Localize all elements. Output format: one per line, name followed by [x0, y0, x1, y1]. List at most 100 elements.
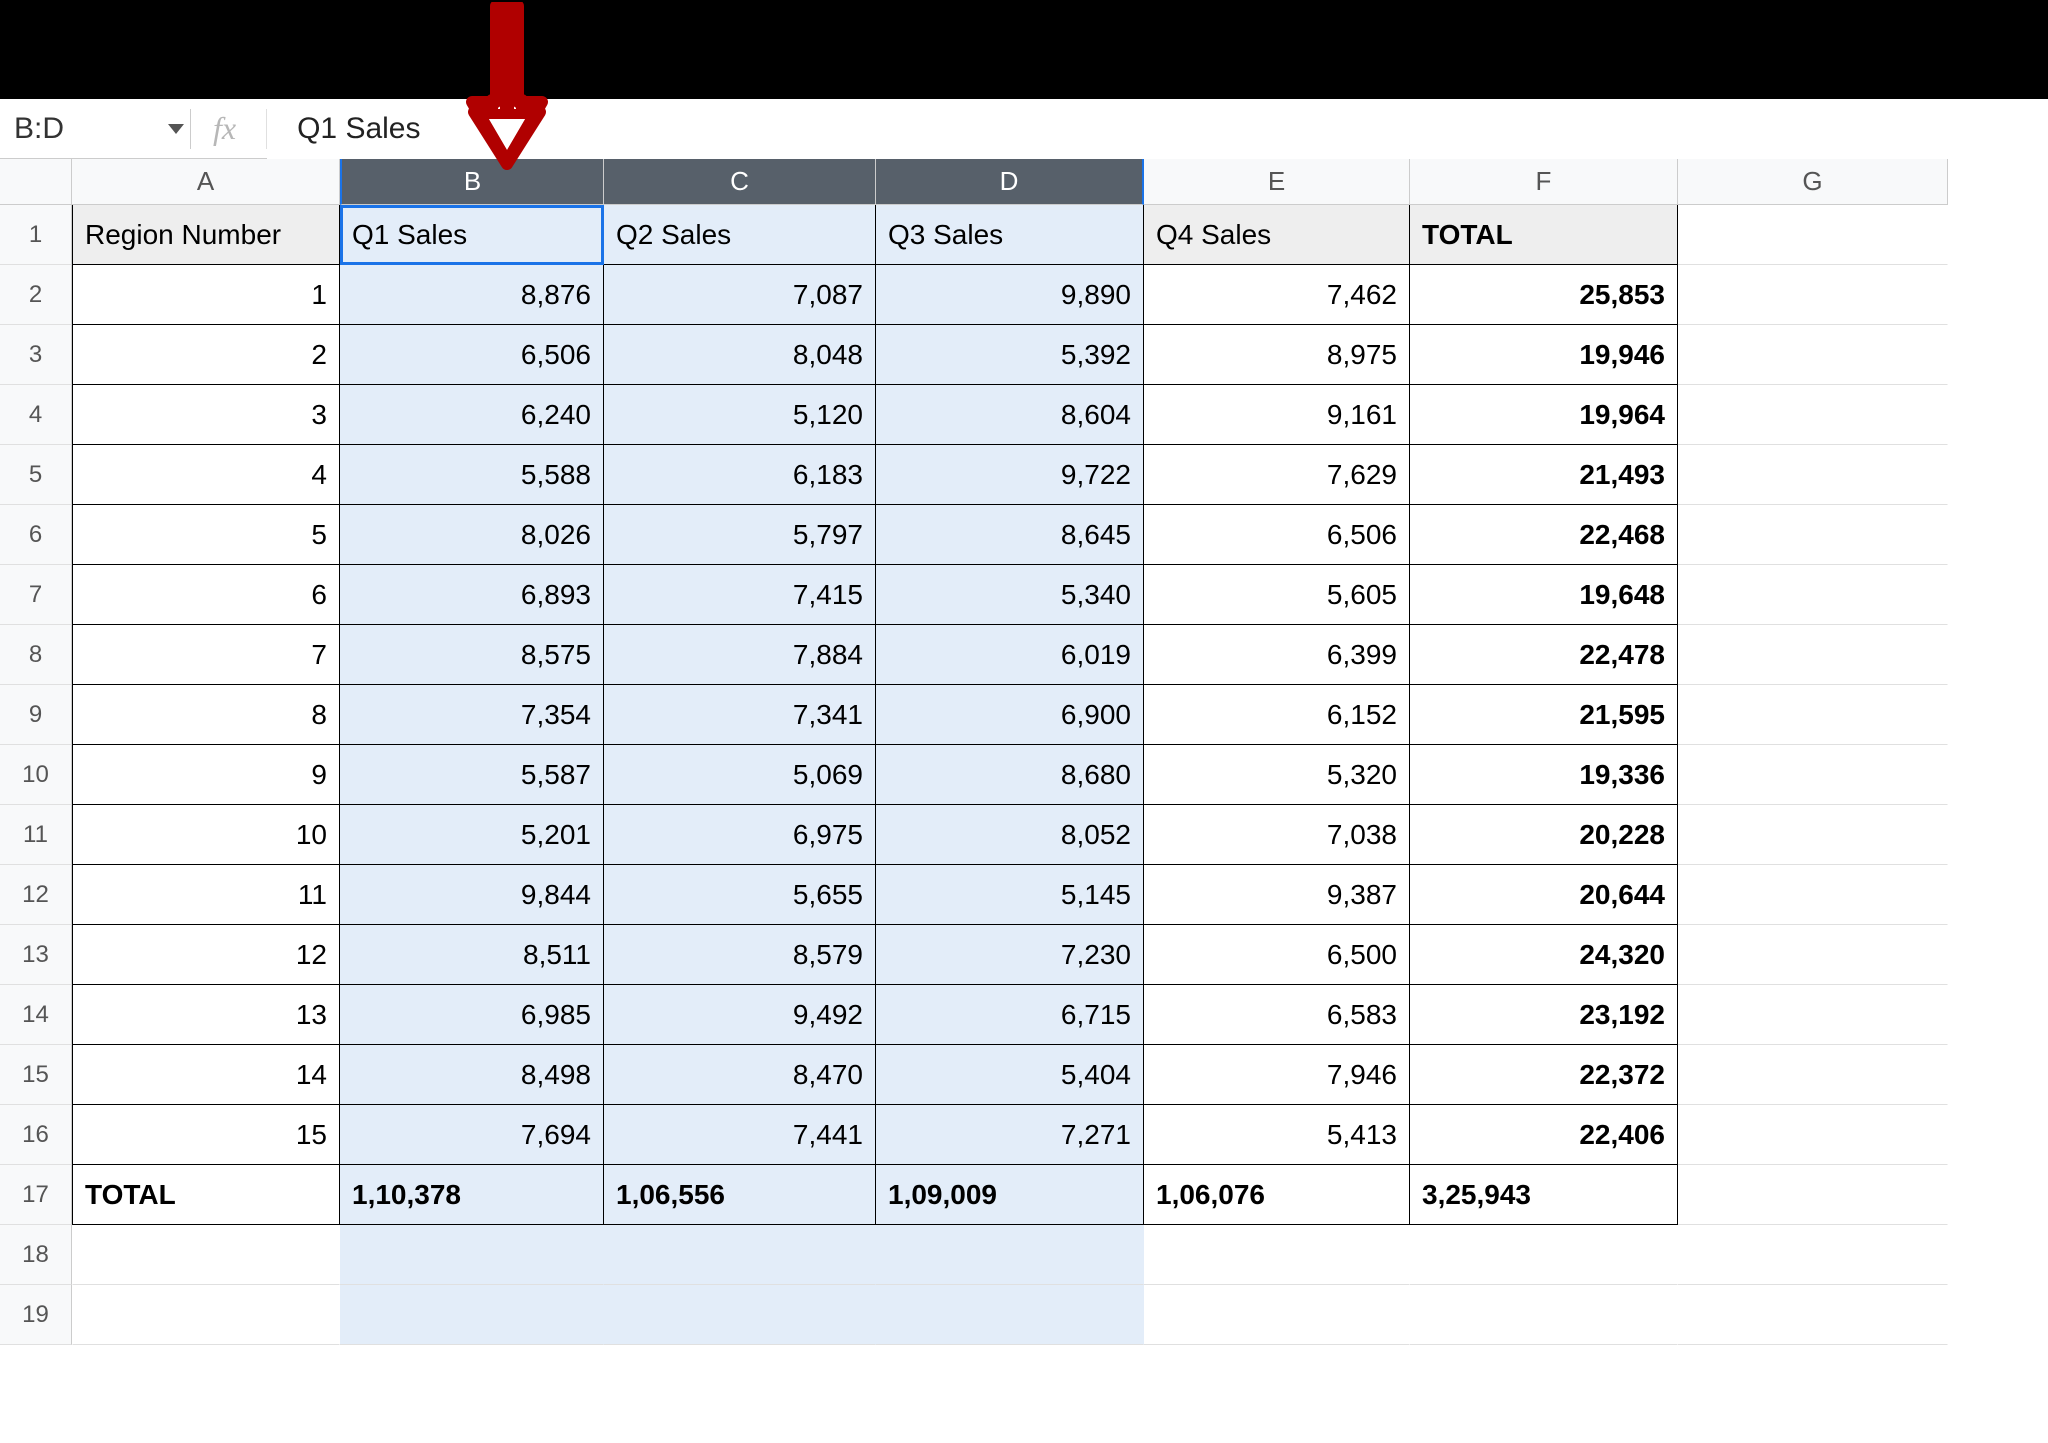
cell-F15[interactable]: 22,372: [1410, 1045, 1678, 1105]
cell-C12[interactable]: 5,655: [604, 865, 876, 925]
cell-G19[interactable]: [1678, 1285, 1948, 1345]
cell-F13[interactable]: 24,320: [1410, 925, 1678, 985]
cell-B2[interactable]: 8,876: [340, 265, 604, 325]
cell-E13[interactable]: 6,500: [1144, 925, 1410, 985]
cell-B11[interactable]: 5,201: [340, 805, 604, 865]
cell-G17[interactable]: [1678, 1165, 1948, 1225]
name-box[interactable]: B:D: [0, 99, 190, 159]
cell-F10[interactable]: 19,336: [1410, 745, 1678, 805]
cell-D3[interactable]: 5,392: [876, 325, 1144, 385]
cell-E12[interactable]: 9,387: [1144, 865, 1410, 925]
row-header-3[interactable]: 3: [0, 325, 72, 385]
cell-D19[interactable]: [876, 1285, 1144, 1345]
row-header-6[interactable]: 6: [0, 505, 72, 565]
cell-B18[interactable]: [340, 1225, 604, 1285]
cell-F5[interactable]: 21,493: [1410, 445, 1678, 505]
cell-D12[interactable]: 5,145: [876, 865, 1144, 925]
cell-C5[interactable]: 6,183: [604, 445, 876, 505]
cell-A9[interactable]: 8: [72, 685, 340, 745]
cell-F7[interactable]: 19,648: [1410, 565, 1678, 625]
row-header-8[interactable]: 8: [0, 625, 72, 685]
cell-D5[interactable]: 9,722: [876, 445, 1144, 505]
cell-D13[interactable]: 7,230: [876, 925, 1144, 985]
cell-G16[interactable]: [1678, 1105, 1948, 1165]
cell-B16[interactable]: 7,694: [340, 1105, 604, 1165]
col-header-E[interactable]: E: [1144, 159, 1410, 205]
row-header-11[interactable]: 11: [0, 805, 72, 865]
cell-F19[interactable]: [1410, 1285, 1678, 1345]
row-header-9[interactable]: 9: [0, 685, 72, 745]
cell-F14[interactable]: 23,192: [1410, 985, 1678, 1045]
cell-B4[interactable]: 6,240: [340, 385, 604, 445]
cell-F12[interactable]: 20,644: [1410, 865, 1678, 925]
cell-B14[interactable]: 6,985: [340, 985, 604, 1045]
row-header-19[interactable]: 19: [0, 1285, 72, 1345]
cell-F18[interactable]: [1410, 1225, 1678, 1285]
cell-B17[interactable]: 1,10,378: [340, 1165, 604, 1225]
cell-G14[interactable]: [1678, 985, 1948, 1045]
cell-B15[interactable]: 8,498: [340, 1045, 604, 1105]
cell-G8[interactable]: [1678, 625, 1948, 685]
cell-G9[interactable]: [1678, 685, 1948, 745]
cell-D17[interactable]: 1,09,009: [876, 1165, 1144, 1225]
cell-A19[interactable]: [72, 1285, 340, 1345]
cell-A17[interactable]: TOTAL: [72, 1165, 340, 1225]
cell-D9[interactable]: 6,900: [876, 685, 1144, 745]
cell-E19[interactable]: [1144, 1285, 1410, 1345]
cell-G3[interactable]: [1678, 325, 1948, 385]
cell-A16[interactable]: 15: [72, 1105, 340, 1165]
cell-E3[interactable]: 8,975: [1144, 325, 1410, 385]
cell-C16[interactable]: 7,441: [604, 1105, 876, 1165]
cell-G4[interactable]: [1678, 385, 1948, 445]
cell-G1[interactable]: [1678, 205, 1948, 265]
row-header-17[interactable]: 17: [0, 1165, 72, 1225]
cell-G10[interactable]: [1678, 745, 1948, 805]
cell-C8[interactable]: 7,884: [604, 625, 876, 685]
cell-B12[interactable]: 9,844: [340, 865, 604, 925]
cell-F9[interactable]: 21,595: [1410, 685, 1678, 745]
cell-C6[interactable]: 5,797: [604, 505, 876, 565]
cell-E7[interactable]: 5,605: [1144, 565, 1410, 625]
cell-A13[interactable]: 12: [72, 925, 340, 985]
row-header-13[interactable]: 13: [0, 925, 72, 985]
cell-B5[interactable]: 5,588: [340, 445, 604, 505]
cell-F6[interactable]: 22,468: [1410, 505, 1678, 565]
cell-G11[interactable]: [1678, 805, 1948, 865]
cell-E15[interactable]: 7,946: [1144, 1045, 1410, 1105]
cell-F4[interactable]: 19,964: [1410, 385, 1678, 445]
cell-D11[interactable]: 8,052: [876, 805, 1144, 865]
cell-E10[interactable]: 5,320: [1144, 745, 1410, 805]
cell-C15[interactable]: 8,470: [604, 1045, 876, 1105]
row-header-4[interactable]: 4: [0, 385, 72, 445]
cell-B6[interactable]: 8,026: [340, 505, 604, 565]
cell-F8[interactable]: 22,478: [1410, 625, 1678, 685]
cell-C10[interactable]: 5,069: [604, 745, 876, 805]
cell-C14[interactable]: 9,492: [604, 985, 876, 1045]
cell-A2[interactable]: 1: [72, 265, 340, 325]
cell-E1[interactable]: Q4 Sales: [1144, 205, 1410, 265]
cell-G15[interactable]: [1678, 1045, 1948, 1105]
cell-E14[interactable]: 6,583: [1144, 985, 1410, 1045]
cell-E6[interactable]: 6,506: [1144, 505, 1410, 565]
cell-C4[interactable]: 5,120: [604, 385, 876, 445]
row-header-2[interactable]: 2: [0, 265, 72, 325]
cell-D8[interactable]: 6,019: [876, 625, 1144, 685]
cell-D7[interactable]: 5,340: [876, 565, 1144, 625]
cell-G5[interactable]: [1678, 445, 1948, 505]
cell-C13[interactable]: 8,579: [604, 925, 876, 985]
row-header-16[interactable]: 16: [0, 1105, 72, 1165]
cell-F16[interactable]: 22,406: [1410, 1105, 1678, 1165]
cell-D2[interactable]: 9,890: [876, 265, 1144, 325]
fx-icon[interactable]: fx: [197, 110, 266, 147]
cell-B13[interactable]: 8,511: [340, 925, 604, 985]
cell-G2[interactable]: [1678, 265, 1948, 325]
col-header-C[interactable]: C: [604, 159, 876, 205]
row-header-15[interactable]: 15: [0, 1045, 72, 1105]
cell-B3[interactable]: 6,506: [340, 325, 604, 385]
cell-C7[interactable]: 7,415: [604, 565, 876, 625]
cell-E5[interactable]: 7,629: [1144, 445, 1410, 505]
row-header-10[interactable]: 10: [0, 745, 72, 805]
cell-A15[interactable]: 14: [72, 1045, 340, 1105]
cell-B7[interactable]: 6,893: [340, 565, 604, 625]
cell-C17[interactable]: 1,06,556: [604, 1165, 876, 1225]
